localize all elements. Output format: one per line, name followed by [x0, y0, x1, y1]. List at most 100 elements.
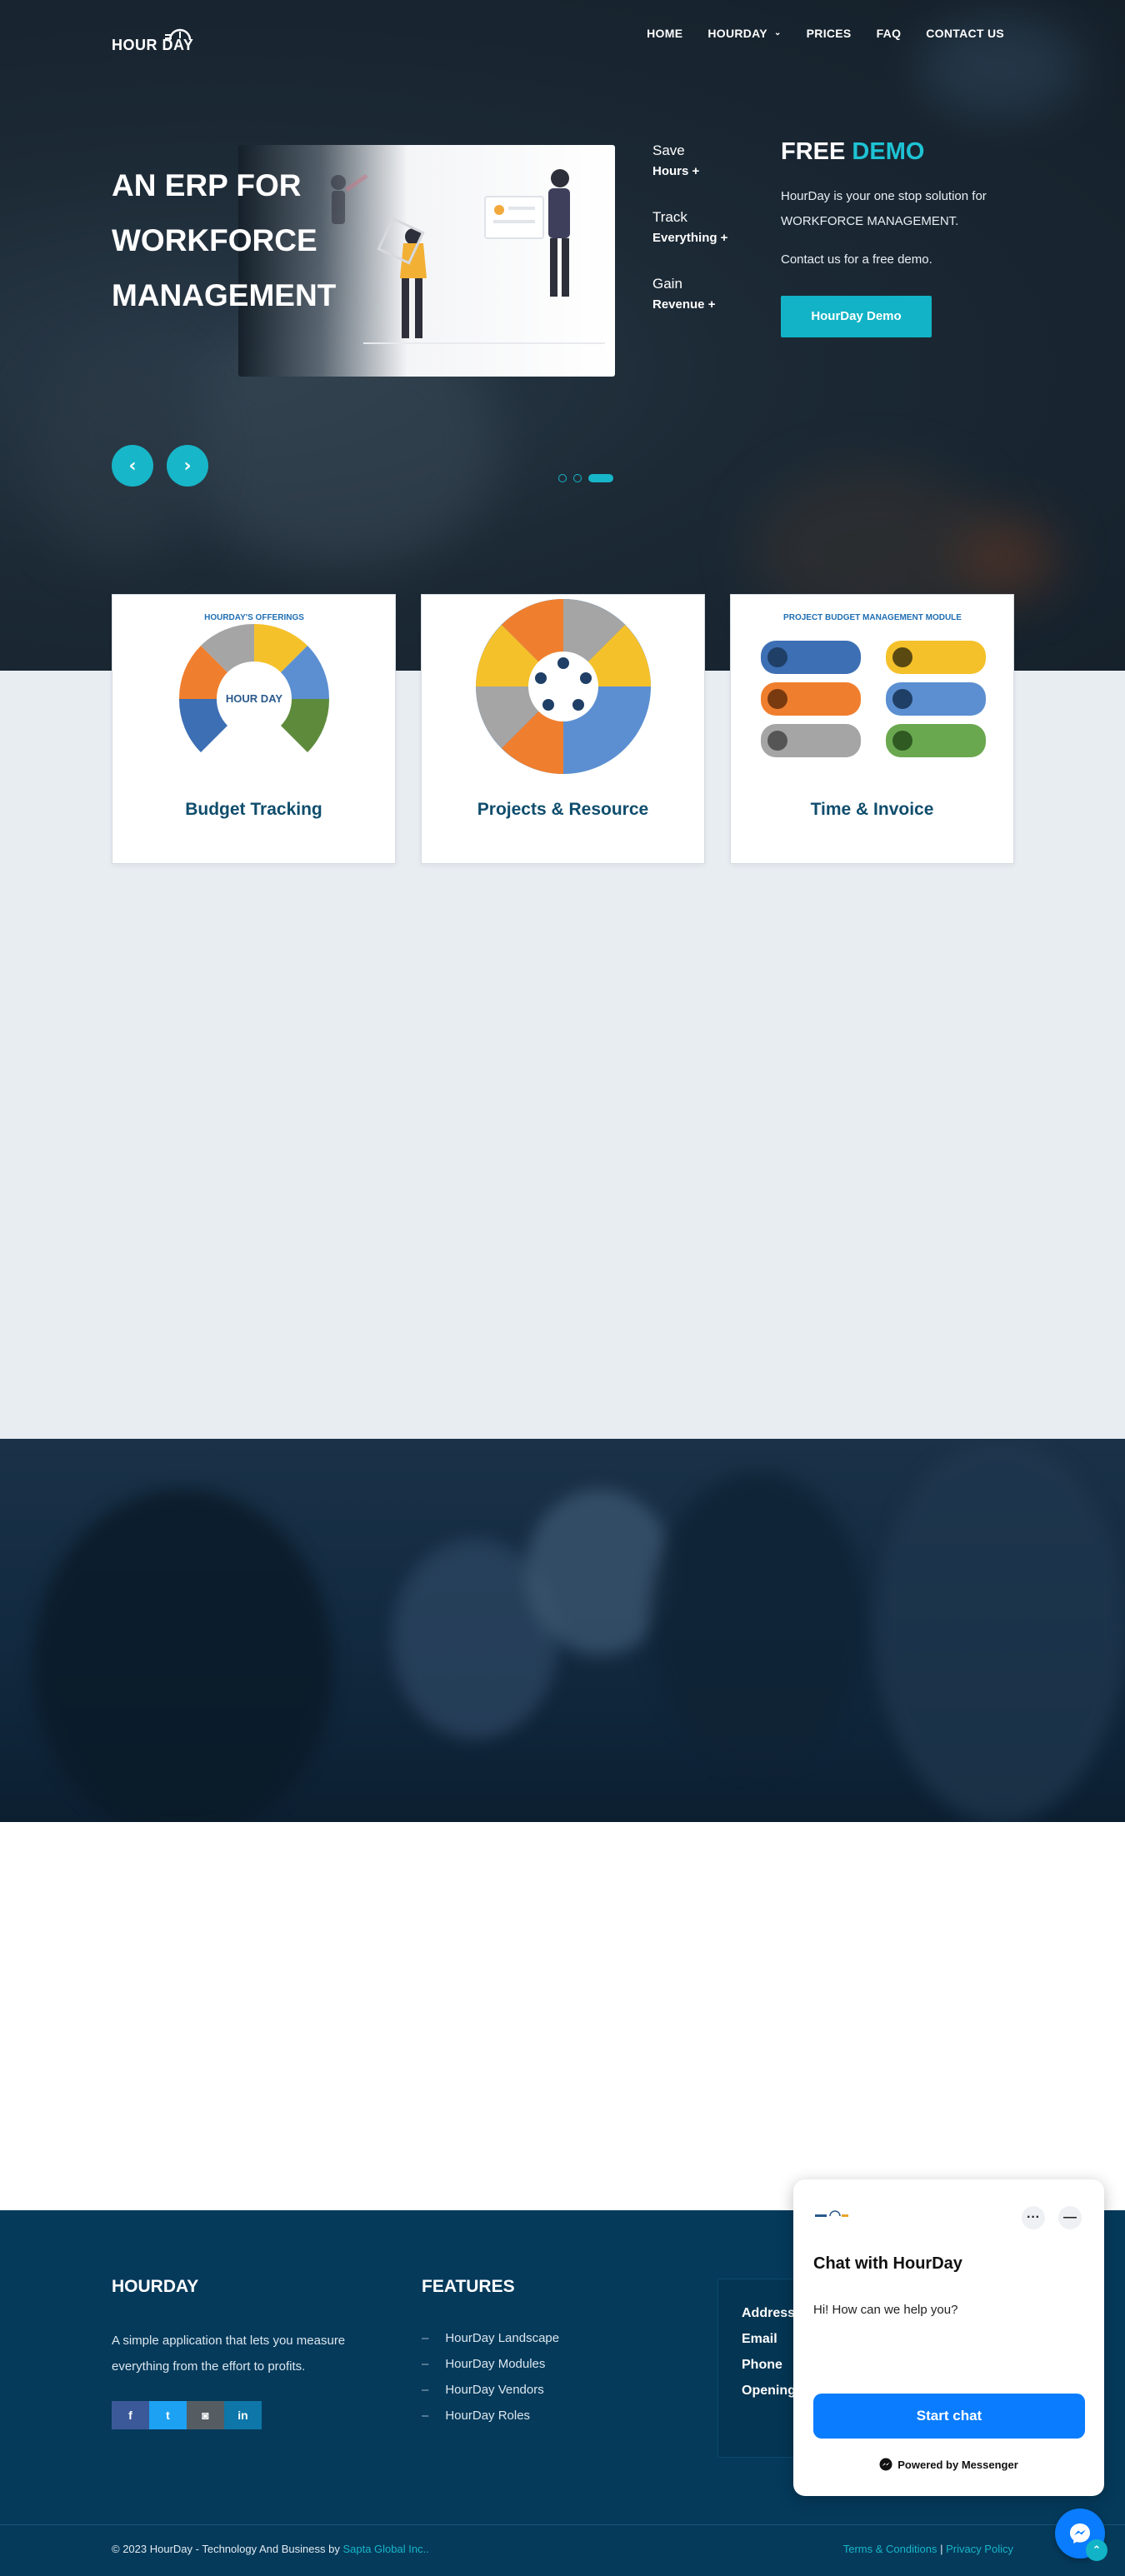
feature-link-label: HourDay Roles	[445, 2409, 531, 2423]
messenger-icon	[879, 2458, 892, 2471]
privacy-link[interactable]: Privacy Policy	[946, 2543, 1013, 2555]
dash-icon: –	[422, 2409, 429, 2423]
chat-subtitle: Hi! How can we help you?	[813, 2303, 958, 2317]
facebook-icon[interactable]: f	[112, 2401, 149, 2429]
company-link[interactable]: Sapta Global Inc..	[342, 2543, 428, 2555]
card-title: Projects & Resource	[477, 800, 649, 819]
benefit-label: Track	[652, 209, 688, 225]
feature-link-label: HourDay Modules	[445, 2357, 546, 2371]
terms-link[interactable]: Terms & Conditions	[843, 2543, 938, 2555]
minimize-button[interactable]: —	[1058, 2206, 1082, 2229]
feature-link[interactable]: – HourDay Vendors	[422, 2377, 559, 2403]
demo-description: HourDay is your one stop solution for WO…	[781, 189, 987, 228]
benefit-value: Revenue +	[652, 297, 716, 312]
slider-prev-button[interactable]: ‹	[112, 445, 153, 487]
chevron-up-icon: ⌃	[1092, 2544, 1102, 2557]
chevron-down-icon: ⌄	[773, 27, 782, 37]
slider-dot-active[interactable]	[588, 474, 613, 482]
nav-contact-label: CONTACT US	[926, 27, 1004, 40]
benefit-label: Gain	[652, 276, 682, 292]
photo-shape	[650, 1472, 867, 1772]
contact-address-label: Address	[742, 2306, 796, 2320]
footer-about-text: A simple application that lets you measu…	[112, 2334, 346, 2374]
fig-title: PROJECT BUDGET MANAGEMENT MODULE	[783, 613, 962, 622]
logo-text: HOUR DAY	[112, 37, 194, 53]
offerings-diagram: HOURDAY'S OFFERINGS HOUR DAY	[178, 613, 330, 752]
contact-opening-label: Opening	[742, 2384, 796, 2398]
powered-by: Powered by Messenger	[793, 2458, 1104, 2471]
nav-prices[interactable]: PRICES	[807, 27, 852, 40]
free-demo-panel: FREE DEMO HourDay is your one stop solut…	[781, 138, 1031, 337]
footer-features-title: FEATURES	[422, 2277, 515, 2296]
card-title: Time & Invoice	[810, 800, 934, 819]
start-chat-button[interactable]: Start chat	[813, 2394, 1085, 2439]
benefit-label: Save	[652, 142, 685, 158]
benefit-value: Everything +	[652, 231, 728, 245]
hourday-demo-button[interactable]: HourDay Demo	[781, 296, 932, 337]
linkedin-icon[interactable]: in	[224, 2401, 262, 2429]
more-options-button[interactable]: ···	[1022, 2206, 1045, 2229]
feature-card[interactable]: PROJECT BUDGET MANAGEMENT MODULE Time & …	[730, 594, 1014, 864]
nav-home-label: HOME	[647, 27, 683, 40]
card-title: Budget Tracking	[185, 800, 322, 819]
demo-contact-text: Contact us for a free demo.	[781, 252, 932, 267]
instagram-icon[interactable]: ◙	[187, 2401, 224, 2429]
budget-module-diagram: PROJECT BUDGET MANAGEMENT MODULE	[761, 613, 986, 757]
chevron-left-icon: ‹	[128, 455, 137, 477]
feature-card[interactable]: HOURDAY'S OFFERINGS HOUR DAY Budget Trac…	[112, 594, 396, 864]
contact-email-label: Email	[742, 2332, 778, 2346]
footer-about-title: HOURDAY	[112, 2277, 199, 2296]
slider-dots	[558, 474, 613, 482]
feature-cards: HOURDAY'S OFFERINGS HOUR DAY Budget Trac…	[112, 594, 1014, 864]
top-nav: HOUR DAY HOME HOURDAY ⌄ PRICES FAQ CONTAC…	[0, 0, 1125, 71]
nav-hourday-label: HOURDAY	[708, 27, 768, 40]
photo-shape	[875, 1439, 1125, 1822]
copyright: © 2023 HourDay - Technology And Business…	[112, 2543, 429, 2555]
dash-icon: –	[422, 2357, 429, 2371]
twitter-icon[interactable]: t	[149, 2401, 187, 2429]
footer-divider	[0, 2524, 1125, 2525]
legal-separator: |	[940, 2543, 943, 2555]
nav-hourday[interactable]: HOURDAY ⌄	[708, 27, 781, 40]
hourday-small-logo	[815, 2210, 848, 2217]
social-links: f t ◙ in	[112, 2401, 262, 2429]
slider-next-button[interactable]: ›	[167, 445, 208, 487]
hero-benefits: Save Hours + Track Everything + Gain Rev…	[652, 142, 728, 342]
demo-heading: FREE DEMO	[781, 138, 1031, 166]
chat-title: Chat with HourDay	[813, 2254, 962, 2273]
dash-icon: –	[422, 2331, 429, 2345]
feature-link[interactable]: – HourDay Roles	[422, 2403, 559, 2429]
photo-shape	[33, 1489, 333, 1822]
slider-dot[interactable]	[558, 474, 567, 482]
scroll-to-top-button[interactable]: ⌃	[1086, 2539, 1108, 2561]
features-list: – HourDay Landscape – HourDay Modules – Hou…	[422, 2325, 559, 2429]
hero-section: HOUR DAY HOME HOURDAY ⌄ PRICES FAQ CONTAC…	[0, 0, 1125, 671]
powered-text: Powered by Messenger	[898, 2458, 1018, 2471]
dash-icon: –	[422, 2383, 429, 2397]
feature-link[interactable]: – HourDay Landscape	[422, 2325, 559, 2351]
feature-link[interactable]: – HourDay Modules	[422, 2351, 559, 2377]
demo-heading-white: FREE	[781, 138, 846, 165]
benefit-item: Track Everything +	[652, 208, 728, 250]
legal-links: Terms & Conditions | Privacy Policy	[843, 2543, 1013, 2555]
nav-contact[interactable]: CONTACT US	[926, 27, 1004, 40]
fig-title: HOURDAY'S OFFERINGS	[204, 613, 304, 622]
chevron-right-icon: ›	[183, 455, 192, 477]
nav-menu: HOME HOURDAY ⌄ PRICES FAQ CONTACT US	[647, 27, 1004, 40]
contact-phone-label: Phone	[742, 2358, 782, 2372]
slider-dot[interactable]	[573, 474, 582, 482]
benefit-item: Save Hours +	[652, 142, 728, 183]
background-blur	[958, 517, 1058, 600]
nav-faq[interactable]: FAQ	[877, 27, 902, 40]
hero-title: AN ERP FOR WORKFORCE MANAGEMENT	[112, 168, 337, 312]
feature-card[interactable]: Projects & Resource	[421, 594, 705, 864]
nav-faq-label: FAQ	[876, 27, 902, 40]
feature-link-label: HourDay Landscape	[445, 2331, 560, 2345]
feature-link-label: HourDay Vendors	[445, 2383, 544, 2397]
messenger-chat-widget: ··· — Chat with HourDay Hi! How can we h…	[793, 2179, 1104, 2496]
nav-home[interactable]: HOME	[647, 27, 682, 40]
benefit-item: Gain Revenue +	[652, 275, 728, 317]
benefit-value: Hours +	[652, 164, 700, 178]
demo-heading-accent: DEMO	[852, 138, 925, 165]
hourday-logo[interactable]: HOUR DAY	[112, 17, 222, 55]
